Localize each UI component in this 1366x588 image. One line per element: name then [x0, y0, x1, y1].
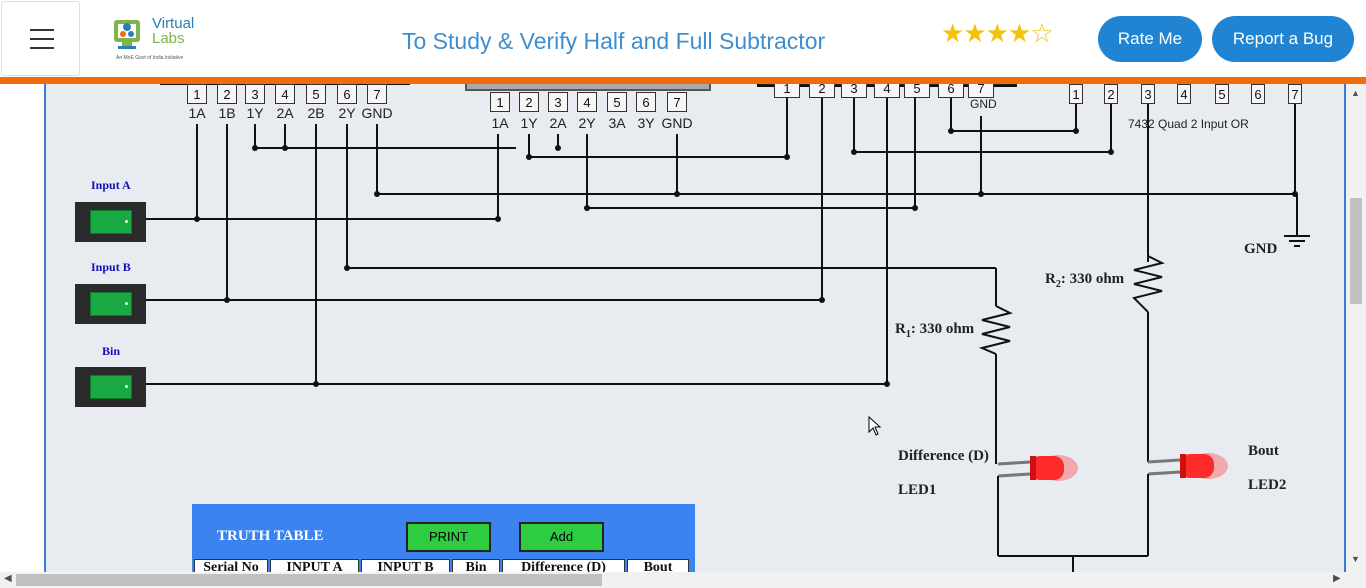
truth-table-panel: TRUTH TABLE PRINT Add Serial No INPUT A …: [192, 504, 695, 572]
ic-pin-box: 6: [337, 84, 357, 104]
simulation-viewport: 1 1A 2 1B 3 1Y 4 2A 5 2B 6 2Y 7 GND 1 1A 2 1Y 3 2A 4 2Y 5 3A 6 3…: [0, 84, 1366, 572]
header-divider: [0, 77, 1366, 84]
col-input-b: INPUT B: [361, 559, 450, 572]
ic-pin-box: 4: [275, 84, 295, 104]
switch-indicator-dot: [125, 220, 128, 223]
ic-pin-box: 7: [667, 92, 687, 112]
scroll-left-arrow-icon[interactable]: ◀: [4, 573, 12, 584]
star-filled-icon: ★★★★: [941, 18, 1031, 48]
hamburger-menu-button[interactable]: [1, 1, 80, 76]
rate-me-button[interactable]: Rate Me: [1098, 16, 1202, 62]
col-serial-no: Serial No: [194, 559, 268, 572]
scroll-down-arrow-icon[interactable]: ▼: [1351, 554, 1360, 564]
vertical-scrollbar[interactable]: ▲ ▼: [1346, 84, 1366, 572]
switch-indicator-dot: [125, 302, 128, 305]
input-a-label: Input A: [91, 178, 131, 192]
menu-icon-bar: [30, 29, 54, 31]
r2-prefix: R: [1045, 271, 1056, 287]
switch-indicator-dot: [125, 385, 128, 388]
ic-pin-box: 1: [774, 84, 800, 98]
horizontal-scroll-thumb[interactable]: [16, 574, 602, 586]
led1-name-label: LED1: [898, 482, 937, 498]
ic-pin-box: 1: [187, 84, 207, 104]
ic-pin-box: 3: [548, 92, 568, 112]
report-bug-button[interactable]: Report a Bug: [1212, 16, 1354, 62]
ic-pin-box: 3: [841, 84, 867, 98]
col-input-a: INPUT A: [270, 559, 359, 572]
input-b-label: Input B: [91, 260, 131, 274]
ic-pin-box: 5: [1215, 84, 1229, 104]
ic-pin-box: 3: [245, 84, 265, 104]
mouse-cursor-icon: [868, 416, 882, 436]
circuit-wiring: [145, 84, 1310, 572]
ic-pin-box: 3: [1141, 84, 1155, 104]
ic-pin-box: 7: [968, 84, 994, 98]
ic-pin-box: 5: [904, 84, 930, 98]
col-difference: Difference (D): [502, 559, 625, 572]
r2-label: R2: 330 ohm: [1045, 271, 1124, 290]
gnd-label: GND: [1244, 241, 1278, 257]
ic-pin-box: 7: [367, 84, 387, 104]
truth-table-title: TRUTH TABLE: [217, 528, 324, 544]
print-button[interactable]: PRINT: [406, 522, 491, 552]
ic-pin-box: 6: [938, 84, 964, 98]
app-header: Virtual Labs An MoE Govt of India Initia…: [0, 0, 1366, 78]
ic-pin-label: GND: [661, 115, 693, 131]
star-empty-icon: ☆: [1030, 18, 1053, 48]
switch-rocker: [90, 292, 132, 316]
led2-output-label: Bout: [1248, 443, 1279, 459]
r1-prefix: R: [895, 321, 906, 337]
switch-rocker: [90, 375, 132, 399]
ic4-name-label: 7432 Quad 2 Input OR: [1128, 117, 1249, 131]
scroll-right-arrow-icon[interactable]: ▶: [1333, 573, 1341, 584]
vertical-scroll-thumb[interactable]: [1350, 198, 1362, 304]
ic-pin-box: 5: [306, 84, 326, 104]
logo-wordmark: Virtual Labs: [152, 16, 194, 46]
menu-icon-bar: [30, 38, 54, 40]
input-bin-label: Bin: [102, 344, 121, 358]
ic-pin-box: 1: [490, 92, 510, 112]
input-b-switch[interactable]: [75, 284, 146, 324]
scrollbar-corner: [1346, 572, 1366, 588]
ic-pin-box: 2: [809, 84, 835, 98]
rating-stars[interactable]: ★★★★☆: [941, 18, 1054, 48]
ic-pin-box: 6: [1251, 84, 1265, 104]
col-bout: Bout: [627, 559, 689, 572]
led1-icon: [1030, 455, 1078, 481]
menu-icon-bar: [30, 47, 54, 49]
truth-table-header: Serial No INPUT A INPUT B Bin Difference…: [194, 559, 689, 572]
ic-pin-label: GND: [361, 105, 393, 121]
col-bin: Bin: [452, 559, 500, 572]
ic3-gnd-label: GND: [970, 97, 997, 111]
page-title: To Study & Verify Half and Full Subtract…: [402, 28, 826, 54]
ic-pin-box: 1: [1069, 84, 1083, 104]
input-a-switch[interactable]: [75, 202, 146, 242]
led2-name-label: LED2: [1248, 477, 1287, 493]
ic-pin-box: 4: [874, 84, 900, 98]
scroll-up-arrow-icon[interactable]: ▲: [1351, 88, 1360, 98]
r1-label: R1: 330 ohm: [895, 321, 974, 340]
ic-pin-box: 2: [217, 84, 237, 104]
led1-output-label: Difference (D): [898, 448, 989, 464]
circuit-canvas: 1 1A 2 1B 3 1Y 4 2A 5 2B 6 2Y 7 GND 1 1A 2 1Y 3 2A 4 2Y 5 3A 6 3…: [44, 84, 1346, 572]
switch-rocker: [90, 210, 132, 234]
logo-line2: Labs: [152, 30, 185, 47]
logo-line1: Virtual: [152, 15, 195, 32]
r2-value: : 330 ohm: [1060, 271, 1125, 287]
input-bin-switch[interactable]: [75, 367, 146, 407]
r1-value: : 330 ohm: [910, 321, 975, 337]
led2-icon: [1180, 453, 1228, 479]
add-button[interactable]: Add: [519, 522, 604, 552]
horizontal-scrollbar[interactable]: ◀ ▶: [0, 572, 1346, 588]
ic-pin-box: 4: [1177, 84, 1191, 104]
logo-tagline: An MoE Govt of India Initiative: [116, 55, 184, 61]
ic-pin-box: 7: [1288, 84, 1302, 104]
ic-pin-box: 2: [1104, 84, 1118, 104]
ic-pin-box: 4: [577, 92, 597, 112]
ic-pin-box: 2: [519, 92, 539, 112]
ic-pin-box: 6: [636, 92, 656, 112]
ic-pin-box: 5: [607, 92, 627, 112]
